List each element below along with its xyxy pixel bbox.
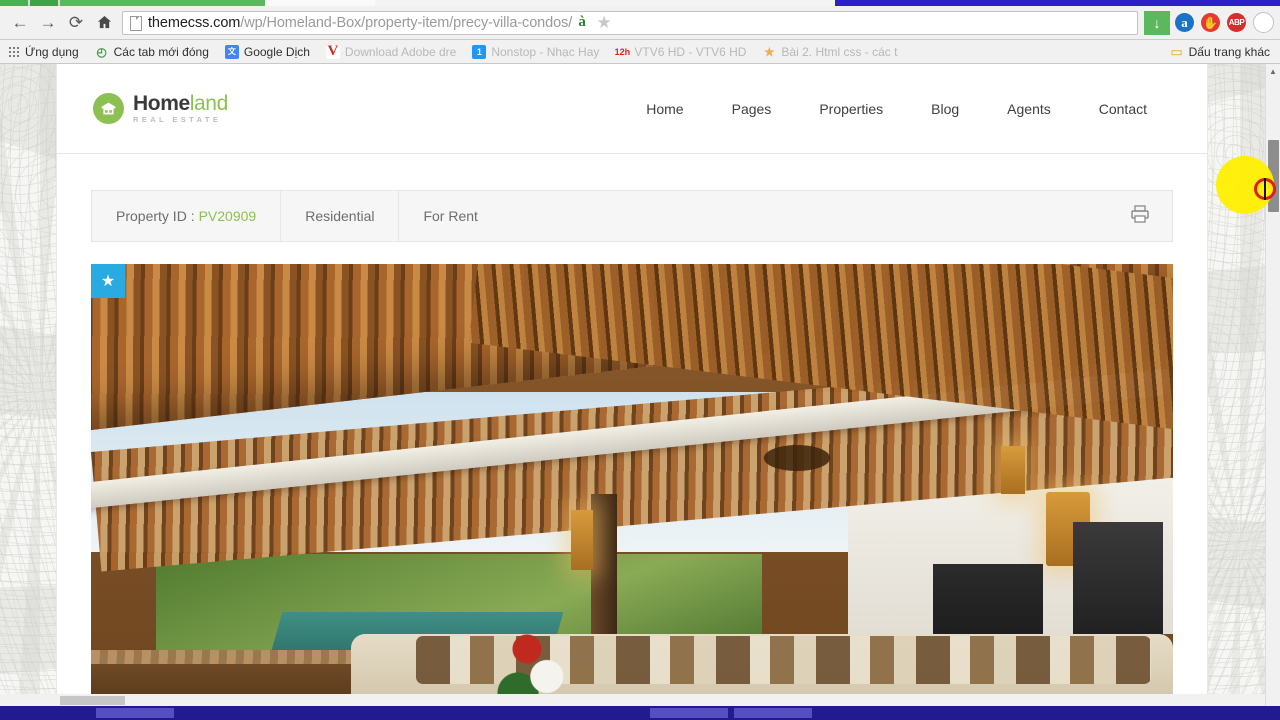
house-badge-icon — [93, 93, 124, 124]
nav-item-contact[interactable]: Contact — [1075, 101, 1171, 117]
taskbar-item[interactable] — [734, 708, 812, 718]
photo-pendant-lamp-2 — [1001, 446, 1025, 494]
other-bookmarks-label: Dấu trang khác — [1188, 44, 1270, 59]
tab-active[interactable] — [375, 0, 835, 6]
recent-tabs-icon: ◴ — [96, 44, 107, 59]
tab-3[interactable] — [60, 0, 265, 6]
12h-icon: 12h — [614, 46, 631, 57]
forward-icon[interactable]: → — [34, 9, 62, 37]
featured-badge-icon: ★ — [91, 264, 125, 298]
nav-item-home[interactable]: Home — [622, 101, 707, 117]
back-icon[interactable]: ← — [6, 9, 34, 37]
logo-name-dark: Home — [133, 92, 190, 116]
adblock-plus-icon[interactable]: ABP — [1227, 13, 1246, 32]
folder-icon: ▭ — [1170, 43, 1183, 59]
blocker-stop-icon[interactable]: ✋ — [1201, 13, 1220, 32]
photo-tv — [1073, 522, 1163, 652]
taskbar-item[interactable] — [650, 708, 728, 718]
printer-icon — [1130, 204, 1150, 228]
property-id-cell: Property ID : PV20909 — [92, 191, 282, 241]
bookmark-nonstop[interactable]: 1 Nonstop - Nhạc Hay — [472, 44, 600, 59]
logo-name: Homeland — [133, 92, 228, 115]
extensions-bar: a ✋ ABP — [1166, 12, 1274, 33]
print-button[interactable] — [1108, 191, 1172, 241]
star-bookmark-icon: ★ — [764, 44, 775, 59]
tab-4[interactable] — [265, 0, 375, 6]
bookmark-label: VTV6 HD - VTV6 HD — [634, 44, 747, 59]
blue-one-icon: 1 — [472, 44, 487, 59]
url-host: themecss.com — [148, 14, 241, 31]
taskbar-item[interactable] — [96, 708, 174, 718]
property-type-cell[interactable]: Residential — [281, 191, 400, 241]
tab-overflow[interactable] — [835, 0, 1280, 6]
nav-item-agents[interactable]: Agents — [983, 101, 1075, 117]
photo-pendant-lamp-1 — [571, 510, 593, 570]
click-indicator — [1216, 156, 1280, 214]
browser-window: ← → ⟳ themecss.com/wp/Homeland-Box/prope… — [0, 0, 1280, 720]
bookmark-label: Các tab mới đóng — [113, 44, 209, 59]
bookmark-adobe[interactable]: V Download Adobe dre — [325, 43, 457, 59]
other-bookmarks[interactable]: ▭ Dấu trang khác — [1170, 43, 1270, 59]
property-status-cell[interactable]: For Rent — [399, 191, 501, 241]
site-header: Homeland REAL ESTATE Home Pages Properti… — [57, 64, 1207, 154]
bookmark-recent-tabs[interactable]: ◴ Các tab mới đóng — [95, 45, 209, 59]
site-logo[interactable]: Homeland REAL ESTATE — [93, 93, 228, 124]
google-translate-icon: 文 — [224, 44, 239, 59]
bookmark-label: Google Dịch — [243, 44, 310, 59]
site-navigation: Home Pages Properties Blog Agents Contac… — [622, 101, 1171, 117]
url-path: /wp/Homeland-Box/property-item/precy-vil… — [240, 14, 573, 31]
address-bar[interactable]: themecss.com/wp/Homeland-Box/property-it… — [122, 10, 1138, 35]
property-meta-bar: Property ID : PV20909 Residential For Re… — [91, 190, 1173, 242]
page-info-icon[interactable] — [129, 15, 143, 31]
omnibox-icons: à ★ — [572, 13, 614, 33]
logo-tagline: REAL ESTATE — [133, 115, 222, 125]
bookmark-bai2[interactable]: ★ Bài 2. Html css - các t — [762, 45, 897, 59]
tab-1[interactable] — [0, 0, 28, 6]
property-id-value: PV20909 — [198, 208, 257, 224]
page-viewport: Homeland REAL ESTATE Home Pages Properti… — [0, 64, 1280, 720]
property-id-label: Property ID : — [116, 208, 195, 224]
vertical-scrollbar[interactable]: ▲ — [1265, 64, 1280, 712]
bookmark-apps[interactable]: Ứng dụng — [8, 45, 79, 59]
bookmark-star-icon[interactable]: ★ — [594, 13, 614, 33]
browser-toolbar: ← → ⟳ themecss.com/wp/Homeland-Box/prope… — [0, 6, 1280, 40]
tab-strip[interactable] — [0, 0, 1280, 6]
bookmark-label: Ứng dụng — [25, 44, 79, 59]
url-text: themecss.com/wp/Homeland-Box/property-it… — [148, 15, 572, 31]
tab-2[interactable] — [30, 0, 58, 6]
nav-item-blog[interactable]: Blog — [907, 101, 983, 117]
logo-name-light: land — [189, 92, 229, 116]
adobe-icon: V — [325, 43, 340, 59]
nav-item-pages[interactable]: Pages — [708, 101, 796, 117]
bookmark-google-translate[interactable]: 文 Google Dịch — [224, 44, 310, 59]
os-taskbar[interactable] — [0, 706, 1280, 720]
home-icon[interactable] — [90, 9, 118, 37]
bookmark-vtv6[interactable]: 12h VTV6 HD - VTV6 HD — [614, 44, 747, 59]
apps-grid-icon — [8, 45, 20, 58]
bookmark-label: Bài 2. Html css - các t — [781, 44, 898, 59]
avatar[interactable] — [1253, 12, 1274, 33]
bookmark-label: Download Adobe dre — [344, 44, 457, 59]
text-cursor-icon — [1264, 178, 1266, 200]
scroll-up-icon[interactable]: ▲ — [1266, 64, 1280, 79]
logo-text: Homeland REAL ESTATE — [133, 93, 228, 124]
horizontal-scrollbar-thumb[interactable] — [60, 696, 125, 705]
bookmarks-bar: Ứng dụng ◴ Các tab mới đóng 文 Google Dịc… — [0, 40, 1280, 64]
reload-icon[interactable]: ⟳ — [62, 9, 90, 37]
photo-chandelier — [751, 440, 843, 476]
bookmark-label: Nonstop - Nhạc Hay — [491, 44, 600, 59]
amazon-assistant-icon[interactable]: a — [1175, 13, 1194, 32]
nav-item-properties[interactable]: Properties — [795, 101, 907, 117]
site-content: Homeland REAL ESTATE Home Pages Properti… — [56, 64, 1208, 720]
property-photo[interactable]: ★ — [91, 264, 1173, 720]
horizontal-scrollbar[interactable] — [0, 694, 1265, 706]
translate-icon[interactable]: à — [572, 14, 592, 31]
